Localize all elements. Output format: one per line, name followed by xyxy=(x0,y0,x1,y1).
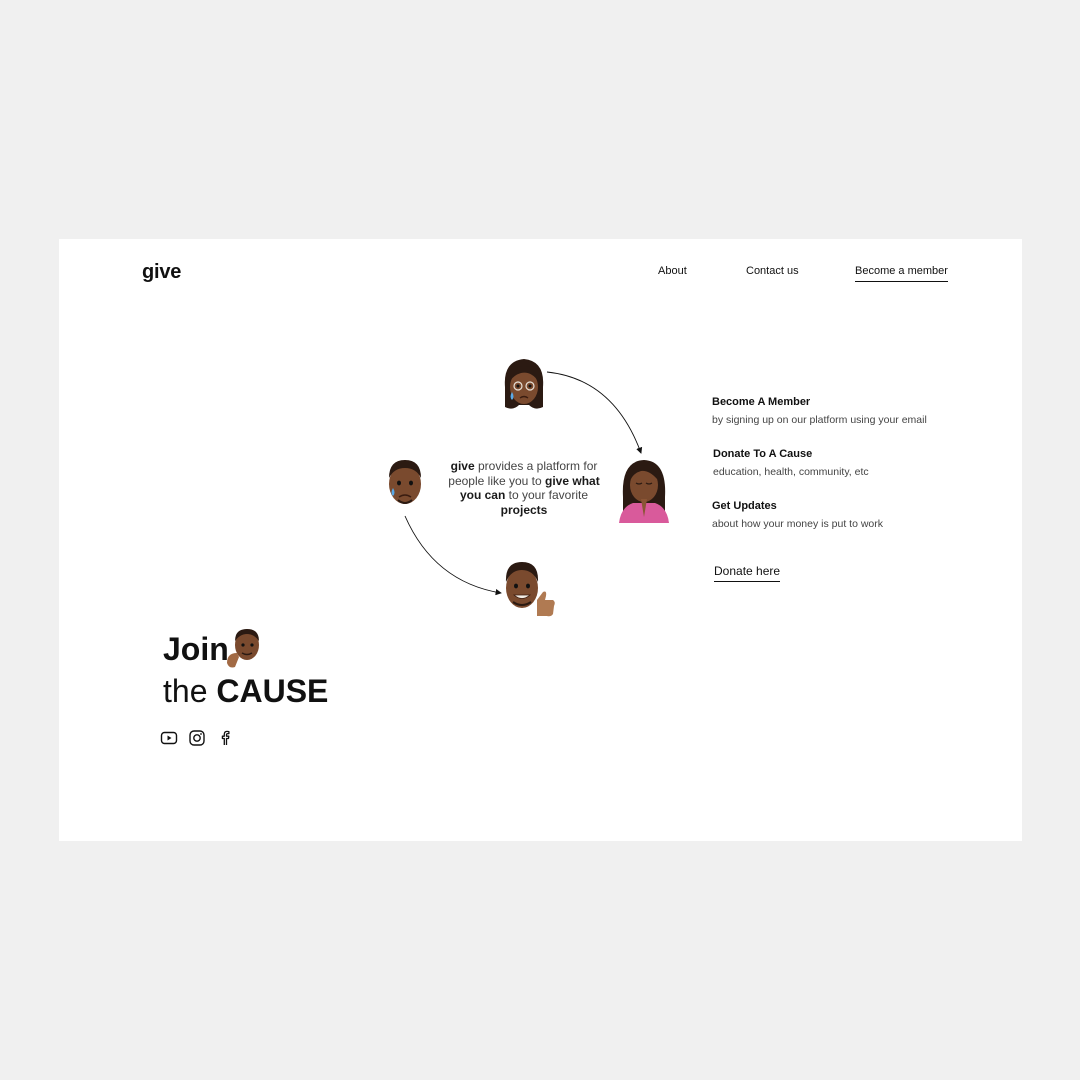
pointing-man-avatar-icon xyxy=(227,629,259,668)
hero-line-1: Join xyxy=(163,629,259,668)
hero-line-2: the CAUSE xyxy=(163,673,328,710)
praying-woman-avatar-icon xyxy=(619,460,669,523)
instagram-icon[interactable] xyxy=(188,729,206,747)
donate-here-link[interactable]: Donate here xyxy=(714,564,781,582)
feature-item: Become A Member by signing up on our pla… xyxy=(712,396,927,426)
sad-man-avatar-icon xyxy=(389,460,421,504)
platform-description: give provides a platform for people like… xyxy=(448,459,600,517)
feature-title: Get Updates xyxy=(712,500,777,512)
brand-name-bold: give xyxy=(450,459,475,473)
arrow-top-to-right xyxy=(546,371,643,454)
arrow-left-to-bottom xyxy=(404,515,502,596)
description-text: to your favorite xyxy=(505,488,589,503)
page-card: give About Contact us Become a member gi… xyxy=(59,239,1022,841)
flow-arrows xyxy=(404,371,643,596)
feature-item: Get Updates about how your money is put … xyxy=(712,500,883,530)
feature-item: Donate To A Cause education, health, com… xyxy=(713,448,869,478)
youtube-icon[interactable] xyxy=(160,729,178,747)
crying-woman-avatar-icon xyxy=(504,359,544,409)
facebook-icon[interactable] xyxy=(216,729,234,747)
hero-cause-word: CAUSE xyxy=(216,673,329,709)
thumbs-up-man-avatar-icon xyxy=(505,562,555,617)
feature-description: about how your money is put to work xyxy=(712,518,884,530)
hero-the-word: the xyxy=(163,673,208,709)
projects-bold: projects xyxy=(500,502,548,517)
feature-description: by signing up on our platform using your… xyxy=(712,414,927,426)
feature-description: education, health, community, etc xyxy=(713,466,869,478)
feature-title: Donate To A Cause xyxy=(713,448,813,460)
hero-join-word: Join xyxy=(163,631,229,667)
feature-title: Become A Member xyxy=(712,396,811,408)
